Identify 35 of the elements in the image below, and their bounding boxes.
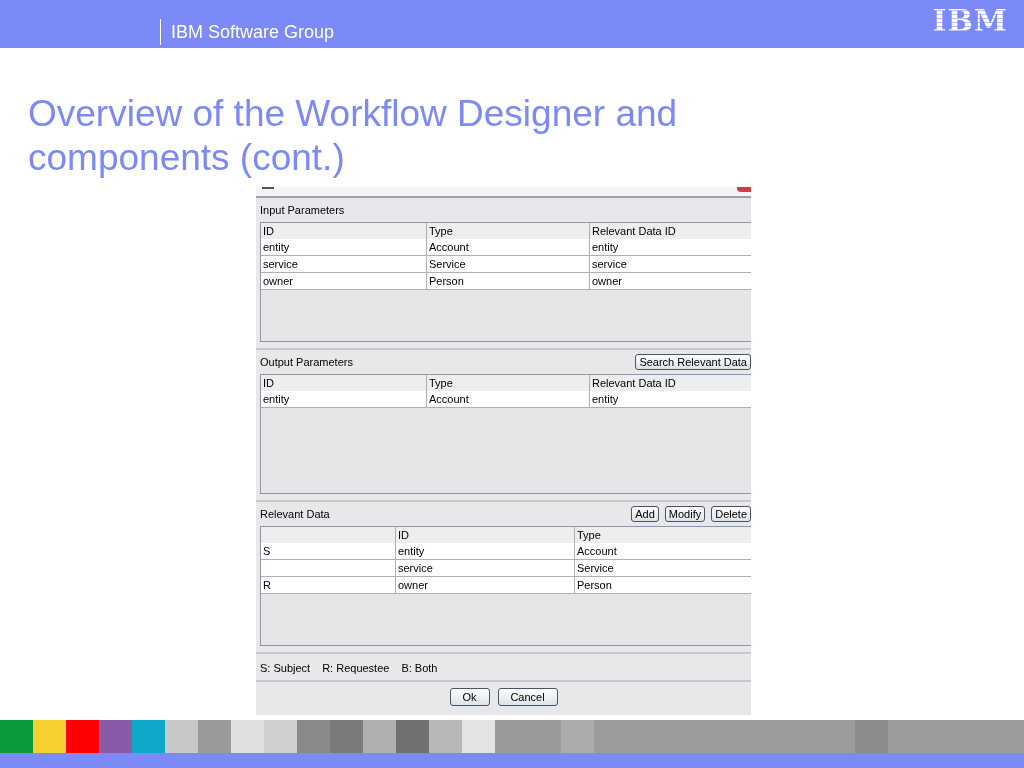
table-cell: service: [261, 256, 427, 272]
table-cell: owner: [396, 577, 575, 593]
table-cell: service: [396, 560, 575, 576]
slide-title: Overview of the Workflow Designer and components (cont.): [28, 92, 679, 180]
table-cell: owner: [590, 273, 751, 289]
dialog-button[interactable]: Delete: [711, 506, 751, 522]
table-cell: S: [261, 543, 396, 559]
table-cell: entity: [261, 239, 427, 255]
dialog-button[interactable]: Ok: [449, 688, 490, 706]
table-cell: entity: [590, 391, 751, 407]
dialog-button[interactable]: Modify: [664, 506, 706, 522]
table-cell: Service: [575, 560, 751, 576]
table-cell: entity: [396, 543, 575, 559]
legend-text: R: Requestee: [322, 662, 390, 674]
table-cell: Service: [427, 256, 590, 272]
header-title: IBM Software Group: [171, 21, 336, 43]
section-label: Output Parameters: [260, 356, 354, 368]
table-cell: Person: [427, 273, 590, 289]
table-cell: entity: [261, 391, 427, 407]
table-cell: R: [261, 577, 396, 593]
legend-text: S: Subject: [260, 662, 311, 674]
table-cell: entity: [590, 239, 751, 255]
table-cell: Person: [575, 577, 751, 593]
table-cell: Account: [575, 543, 751, 559]
table-cell: Account: [427, 391, 590, 407]
section-label: Relevant Data: [260, 508, 331, 520]
table-cell: service: [590, 256, 751, 272]
dialog-button[interactable]: Add: [631, 506, 659, 522]
section-label: Input Parameters: [260, 204, 346, 216]
dialog-button[interactable]: Search Relevant Data: [635, 354, 751, 370]
dialog-button[interactable]: Cancel: [497, 688, 558, 706]
legend-text: B: Both: [401, 662, 438, 674]
table-cell: Account: [427, 239, 590, 255]
close-icon[interactable]: [737, 187, 751, 192]
table-cell: owner: [261, 273, 427, 289]
